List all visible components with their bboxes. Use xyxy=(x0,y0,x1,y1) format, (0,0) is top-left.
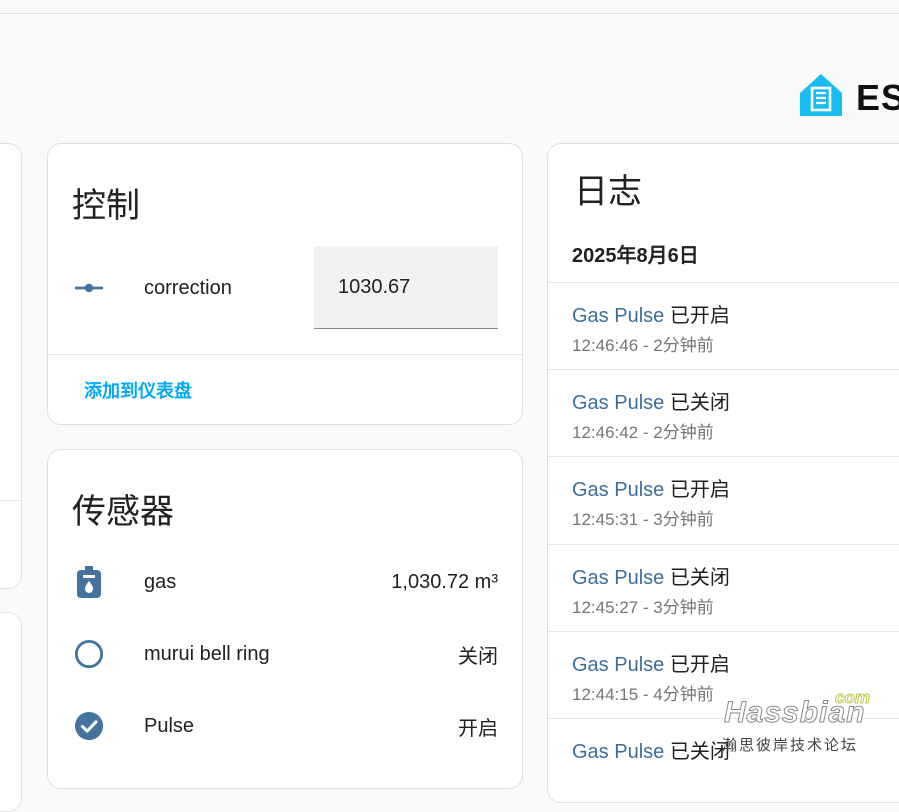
card-title: 控制 xyxy=(72,187,140,225)
log-state: 已开启 xyxy=(669,305,730,327)
log-time: 12:46:46 - 2分钟前 xyxy=(572,336,714,355)
log-entity-link[interactable]: Gas Pulse xyxy=(572,305,664,327)
sensor-row-gas[interactable]: gas 1,030.72 m³ xyxy=(48,552,522,612)
entity-name: correction xyxy=(144,276,232,299)
log-entry: Gas Pulse 已开启 12:46:46 - 2分钟前 xyxy=(548,282,899,370)
log-date: 2025年8月6日 xyxy=(572,245,699,267)
top-divider xyxy=(0,13,899,14)
brand-text: ES xyxy=(856,76,899,118)
log-entry: Gas Pulse 已关闭 12:45:27 - 3分钟前 xyxy=(548,544,899,632)
log-entry: Gas Pulse 已关闭 12:46:42 - 2分钟前 xyxy=(548,369,899,457)
watermark-text: Hassbian xyxy=(723,696,866,730)
add-to-dashboard-button[interactable]: 添加到仪表盘 xyxy=(84,377,192,403)
sensor-name: Pulse xyxy=(144,714,195,737)
log-state: 已关闭 xyxy=(669,567,730,589)
log-time: 12:45:27 - 3分钟前 xyxy=(572,598,714,617)
controls-card: 控制 correction 1030.67 添加到仪表盘 xyxy=(47,143,523,425)
left-card-divider xyxy=(0,500,21,501)
log-entity-link[interactable]: Gas Pulse xyxy=(572,567,664,589)
slider-icon xyxy=(74,273,104,303)
log-entity-link[interactable]: Gas Pulse xyxy=(572,392,664,414)
left-card-bottom xyxy=(0,612,22,812)
card-title: 日志 xyxy=(574,173,642,211)
log-state: 已关闭 xyxy=(669,741,730,763)
log-entry: Gas Pulse 已开启 12:45:31 - 3分钟前 xyxy=(548,456,899,544)
correction-input[interactable]: 1030.67 xyxy=(314,246,498,329)
left-card-top xyxy=(0,143,22,589)
log-time: 12:44:15 - 4分钟前 xyxy=(572,685,714,704)
sensor-value: 关闭 xyxy=(458,645,498,668)
log-state: 已开启 xyxy=(669,479,730,501)
watermark-subtitle: 瀚思彼岸技术论坛 xyxy=(722,737,859,754)
sensor-name: murui bell ring xyxy=(144,642,270,665)
brand-header: ES xyxy=(798,72,899,123)
card-title: 传感器 xyxy=(72,493,174,531)
log-entity-link[interactable]: Gas Pulse xyxy=(572,741,664,763)
sensors-card: 传感器 gas 1,030.72 m³ murui bell ring 关闭 P… xyxy=(47,449,523,789)
sensor-name: gas xyxy=(144,570,177,593)
log-entity-link[interactable]: Gas Pulse xyxy=(572,654,664,676)
card-divider xyxy=(48,354,522,355)
watermark: com Hassbian 瀚思彼岸技术论坛 xyxy=(722,688,892,758)
log-state: 已开启 xyxy=(669,654,730,676)
log-time: 12:45:31 - 3分钟前 xyxy=(572,510,714,529)
gas-meter-icon xyxy=(74,566,104,598)
log-state: 已关闭 xyxy=(669,392,730,414)
sensor-value: 1,030.72 m³ xyxy=(391,570,498,593)
sensor-row-bell[interactable]: murui bell ring 关闭 xyxy=(48,624,522,684)
log-time: 12:46:42 - 2分钟前 xyxy=(572,423,714,442)
check-circle-icon xyxy=(74,711,104,741)
sensor-value: 开启 xyxy=(458,717,498,740)
log-entity-link[interactable]: Gas Pulse xyxy=(572,479,664,501)
sensor-row-pulse[interactable]: Pulse 开启 xyxy=(48,696,522,756)
home-assistant-logo-icon xyxy=(798,72,844,123)
circle-outline-icon xyxy=(74,639,104,669)
